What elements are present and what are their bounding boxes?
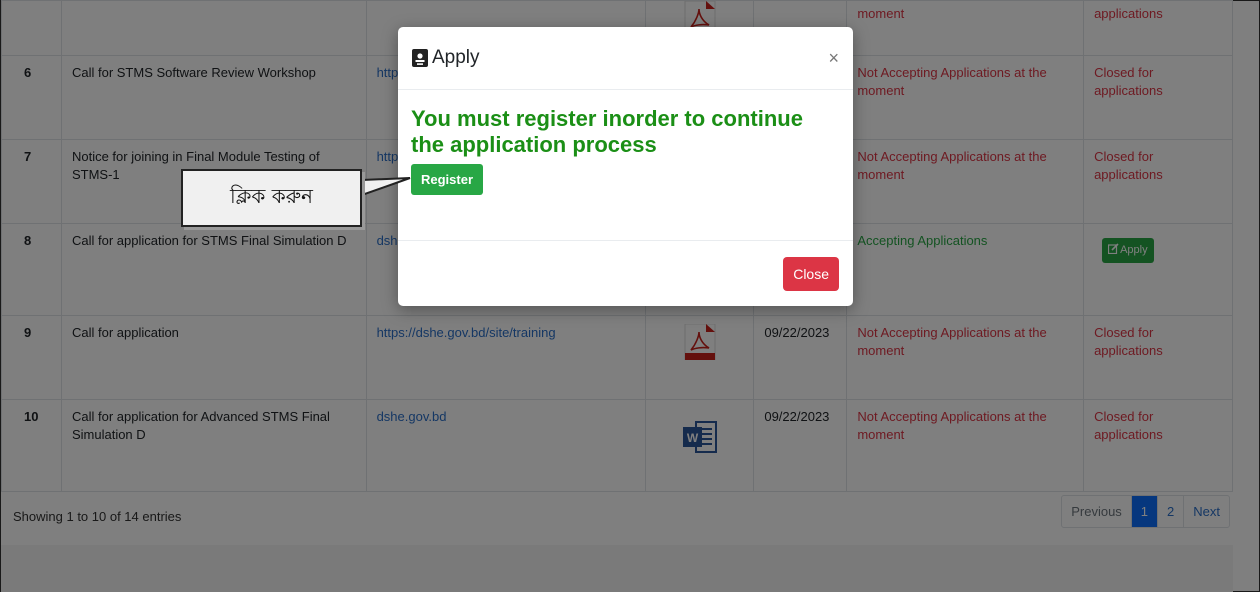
close-icon[interactable]: × xyxy=(828,48,839,69)
apply-modal: Apply × You must register inorder to con… xyxy=(398,27,853,306)
modal-header: Apply × xyxy=(398,27,853,90)
register-button[interactable]: Register xyxy=(411,163,484,195)
modal-footer: Close xyxy=(398,240,853,306)
modal-title: Apply xyxy=(412,47,480,69)
click-here-callout: ক্লিক করুন xyxy=(181,169,362,227)
close-button[interactable]: Close xyxy=(783,257,839,291)
modal-body: You must register inorder to continue th… xyxy=(398,90,853,240)
modal-title-text: Apply xyxy=(432,47,480,68)
register-required-message: You must register inorder to continue th… xyxy=(411,106,803,158)
id-card-icon xyxy=(412,49,428,67)
callout-pointer xyxy=(361,177,411,197)
